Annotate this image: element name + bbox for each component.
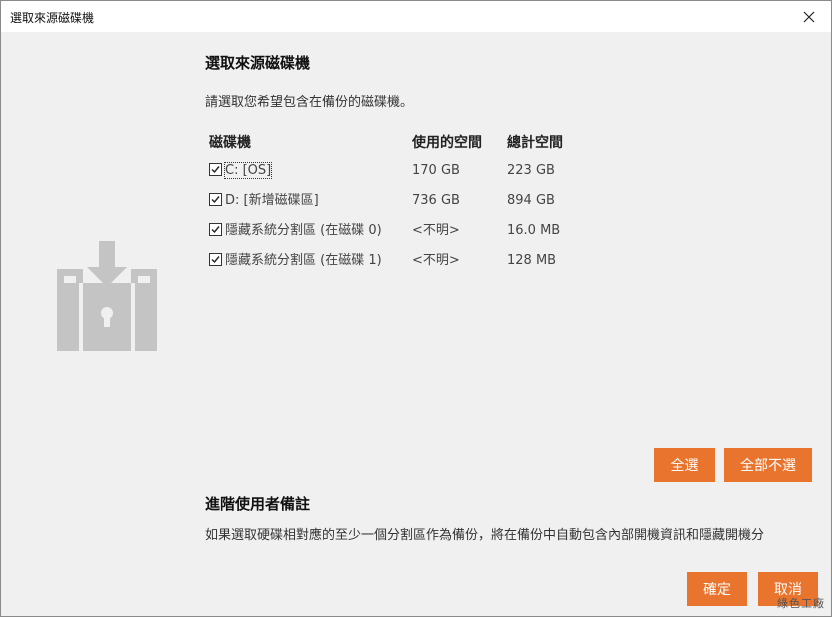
backup-drive-illustration-icon bbox=[57, 241, 157, 351]
column-header-total: 總計空間 bbox=[507, 135, 563, 151]
advanced-notes-heading: 進階使用者備註 bbox=[205, 495, 311, 513]
page-heading: 選取來源磁碟機 bbox=[205, 54, 311, 72]
drive-checkbox-c[interactable]: C: [OS] bbox=[209, 162, 273, 180]
watermark: 綠色工廠 bbox=[777, 597, 825, 610]
checkbox[interactable] bbox=[209, 223, 222, 236]
checkmark-icon bbox=[211, 256, 220, 264]
column-header-drive: 磁碟機 bbox=[209, 135, 251, 151]
page-description: 請選取您希望包含在備份的磁碟機。 bbox=[205, 95, 414, 110]
drive-total: 128 MB bbox=[507, 253, 557, 268]
deselect-all-button[interactable]: 全部不選 bbox=[724, 448, 812, 482]
column-header-used: 使用的空間 bbox=[412, 135, 482, 151]
close-button[interactable] bbox=[787, 1, 831, 32]
checkmark-icon bbox=[211, 196, 220, 204]
drive-label: C: [OS] bbox=[223, 162, 273, 179]
drive-total: 223 GB bbox=[507, 163, 555, 178]
ok-button[interactable]: 確定 bbox=[687, 572, 747, 606]
drive-checkbox-hidden-0[interactable]: 隱藏系統分割區 (在磁碟 0) bbox=[209, 222, 382, 240]
checkbox[interactable] bbox=[209, 253, 222, 266]
checkmark-icon bbox=[211, 226, 220, 234]
drive-label: 隱藏系統分割區 (在磁碟 1) bbox=[225, 253, 382, 268]
drive-label: D: [新增磁碟區] bbox=[225, 193, 319, 208]
drive-total: 16.0 MB bbox=[507, 223, 561, 238]
drive-used: <不明> bbox=[412, 223, 460, 238]
drive-used: 170 GB bbox=[412, 163, 460, 178]
advanced-notes-text: 如果選取硬碟相對應的至少一個分割區作為備份，將在備份中自動包含內部開機資訊和隱藏… bbox=[205, 528, 765, 543]
close-icon bbox=[803, 11, 815, 22]
window-title: 選取來源磁碟機 bbox=[10, 11, 95, 25]
drive-total: 894 GB bbox=[507, 193, 555, 208]
checkbox[interactable] bbox=[209, 163, 222, 176]
drive-label: 隱藏系統分割區 (在磁碟 0) bbox=[225, 223, 382, 238]
drive-checkbox-d[interactable]: D: [新增磁碟區] bbox=[209, 192, 319, 210]
checkmark-icon bbox=[211, 166, 220, 174]
dialog-window: 選取來源磁碟機 選取來源磁碟機 請選取您希望包含在備份的磁碟機。 磁碟機 使用的… bbox=[0, 0, 832, 617]
drive-used: 736 GB bbox=[412, 193, 460, 208]
checkbox[interactable] bbox=[209, 193, 222, 206]
drive-used: <不明> bbox=[412, 253, 460, 268]
drive-checkbox-hidden-1[interactable]: 隱藏系統分割區 (在磁碟 1) bbox=[209, 252, 382, 270]
title-bar: 選取來源磁碟機 bbox=[1, 1, 831, 32]
select-all-button[interactable]: 全選 bbox=[654, 448, 715, 482]
